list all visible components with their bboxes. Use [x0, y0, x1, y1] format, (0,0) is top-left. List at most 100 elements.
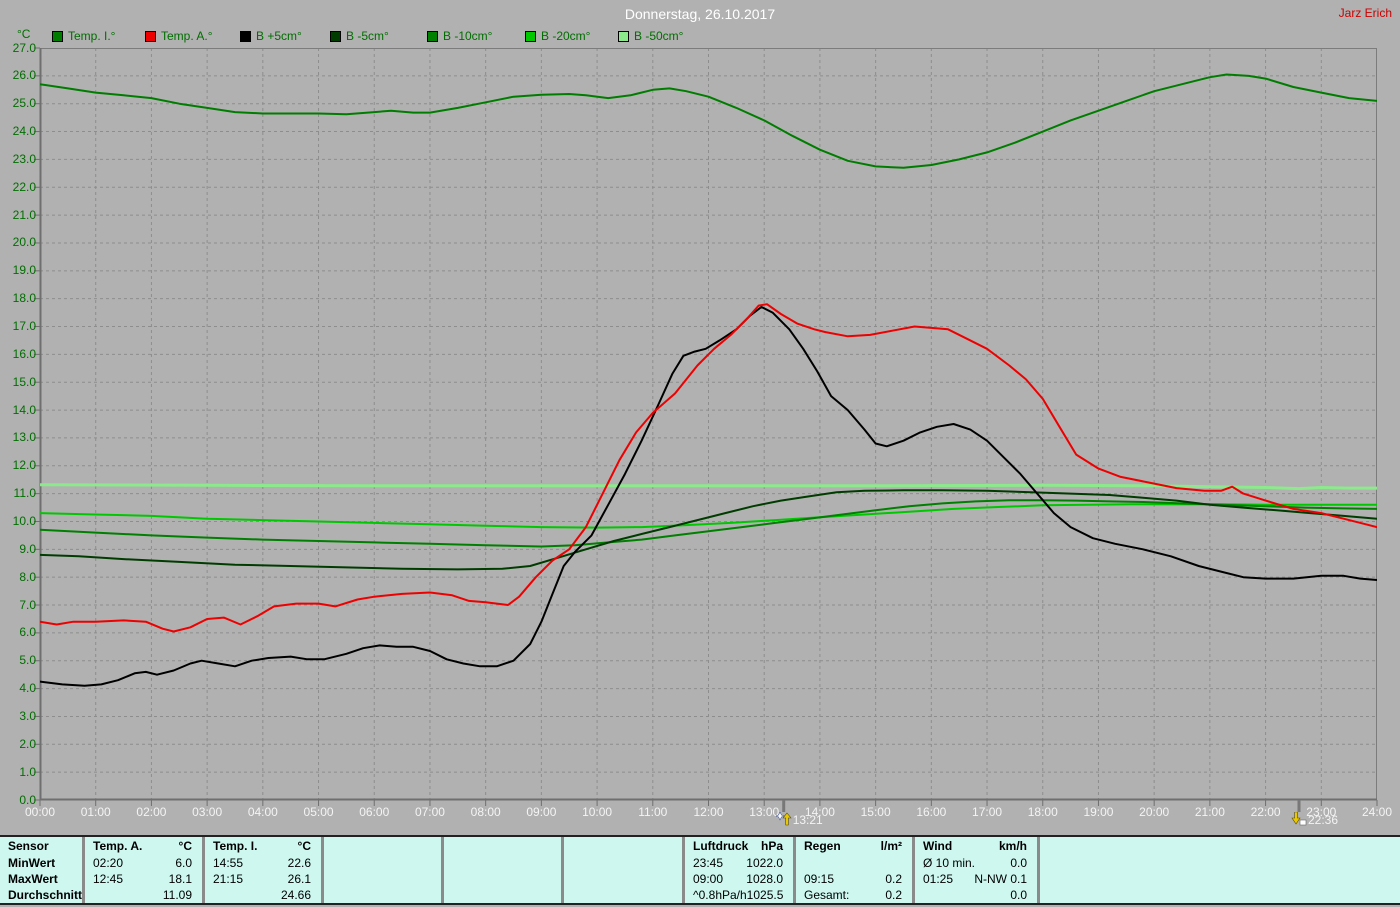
- table-row: Durchschnitt: [0, 887, 82, 903]
- cell-value: l/m²: [880, 839, 902, 853]
- legend-swatch-icon: [240, 30, 251, 42]
- y-axis-label: 23.0: [12, 151, 36, 166]
- x-axis-label: 02:00: [136, 805, 167, 819]
- table-row: 09:15 0.2: [796, 871, 912, 887]
- y-axis-label: 22.0: [12, 179, 36, 194]
- table-row: 14:55 22.6: [205, 855, 321, 871]
- cell-text: 21:15: [213, 872, 244, 886]
- table-row: [444, 887, 561, 903]
- y-axis-label: 19.0: [12, 263, 36, 278]
- table-column-tempa: Temp. A. °C 02:20 6.0 12:45 18.1 11.09: [85, 837, 205, 903]
- table-column-empty: [444, 837, 564, 903]
- cell-text: Ø 10 min.: [923, 856, 976, 870]
- table-row: [444, 837, 561, 855]
- table-row: [324, 837, 441, 855]
- table-column-luftdruck: Luftdruck hPa 23:45 1022.0 09:00 1028.0 ^0.8hP…: [685, 837, 796, 903]
- y-axis-label: 2.0: [19, 736, 36, 751]
- cell-text: MinWert: [8, 856, 56, 870]
- x-axis-label: 24:00: [1361, 805, 1393, 819]
- cell-value: 11.09: [162, 888, 192, 902]
- weather-logger-window: Donnerstag, 26.10.2017 Jarz Erich °C Tem…: [0, 0, 1400, 907]
- chart-plot: [34, 47, 1378, 812]
- table-row: 11.09: [85, 887, 202, 903]
- page-title: Donnerstag, 26.10.2017: [624, 6, 776, 22]
- stats-table: Sensor MinWert MaxWert Durchschnitt Temp. A.…: [0, 835, 1400, 905]
- cell-value: hPa: [760, 839, 783, 853]
- cell-value: 0.0: [1010, 856, 1027, 870]
- cell-text: MaxWert: [8, 872, 58, 886]
- legend-swatch-icon: [618, 30, 629, 42]
- table-row: Temp. A. °C: [85, 837, 202, 855]
- x-axis-label: 19:00: [1083, 805, 1114, 819]
- user-name: Jarz Erich: [1338, 6, 1392, 20]
- rise-marker-icon: [774, 811, 792, 831]
- y-axis-unit: °C: [17, 27, 31, 41]
- table-row: [1040, 887, 1400, 903]
- table-column-regen: Regen l/m² 09:15 0.2 Gesamt: 0.2: [796, 837, 915, 903]
- marker-time-label: 22:36: [1308, 813, 1339, 827]
- x-axis-label: 20:00: [1139, 805, 1170, 819]
- table-row: [1040, 871, 1400, 887]
- table-row: MaxWert: [0, 871, 82, 887]
- x-axis-label: 07:00: [414, 805, 445, 819]
- y-axis-label: 4.0: [19, 681, 36, 696]
- cell-value: 1025.5: [746, 888, 784, 902]
- y-axis-label: 11.0: [13, 486, 36, 501]
- series-b-20cm: [40, 503, 1377, 529]
- y-axis-label: 5.0: [19, 653, 36, 668]
- legend-label: B -50cm°: [634, 29, 684, 43]
- table-row: [324, 855, 441, 871]
- y-axis-label: 26.0: [12, 68, 36, 83]
- legend-item: B -20cm°: [525, 29, 590, 43]
- cell-text: 02:20: [93, 856, 124, 870]
- y-axis-label: 12.0: [12, 458, 36, 473]
- cell-text: 23:45: [693, 856, 724, 870]
- cell-value: 0.0: [1010, 888, 1027, 902]
- legend-item: B +5cm°: [240, 29, 302, 43]
- cell-text: Sensor: [8, 839, 49, 853]
- cell-value: 6.0: [175, 856, 192, 870]
- cell-text: Durchschnitt: [8, 888, 83, 902]
- cell-value: 0.2: [885, 872, 902, 886]
- cell-text: 09:00: [693, 872, 724, 886]
- series-b+5cm: [40, 306, 1377, 687]
- cell-value: 26.1: [287, 872, 311, 886]
- cell-text: Temp. I.: [213, 839, 258, 853]
- y-axis-label: 3.0: [19, 708, 36, 723]
- table-row: [444, 855, 561, 871]
- cell-text: Luftdruck: [693, 839, 749, 853]
- table-row: Gesamt: 0.2: [796, 887, 912, 903]
- x-axis-label: 17:00: [972, 805, 1003, 819]
- table-row: Temp. I. °C: [205, 837, 321, 855]
- x-axis-label: 00:00: [24, 805, 56, 819]
- table-column-empty: [324, 837, 444, 903]
- y-axis-label: 17.0: [12, 319, 36, 334]
- legend-swatch-icon: [525, 30, 536, 42]
- table-row: Ø 10 min. 0.0: [915, 855, 1037, 871]
- y-axis-label: 8.0: [19, 569, 36, 584]
- cell-text: 14:55: [213, 856, 244, 870]
- table-row: Wind km/h: [915, 837, 1037, 855]
- table-row: Regen l/m²: [796, 837, 912, 855]
- y-axis-label: 14.0: [12, 402, 36, 417]
- table-row: 21:15 26.1: [205, 871, 321, 887]
- table-row: 24.66: [205, 887, 321, 903]
- table-row: 23:45 1022.0: [685, 855, 793, 871]
- legend-swatch-icon: [330, 30, 341, 42]
- legend-label: B -5cm°: [346, 29, 389, 43]
- legend-label: B +5cm°: [256, 29, 302, 43]
- cell-value: 0.2: [885, 888, 902, 902]
- set-marker-icon: [1291, 811, 1307, 831]
- table-column-wind: Wind km/h Ø 10 min. 0.0 01:25 N-NW 0.1 0.0: [915, 837, 1040, 903]
- y-axis-label: 21.0: [12, 207, 36, 222]
- legend-label: Temp. I.°: [68, 29, 116, 43]
- cell-value: °C: [297, 839, 311, 853]
- legend-item: B -10cm°: [427, 29, 492, 43]
- y-axis-label: 9.0: [19, 541, 36, 556]
- table-column-tempi: Temp. I. °C 14:55 22.6 21:15 26.1 24.66: [205, 837, 324, 903]
- table-row: [324, 871, 441, 887]
- y-axis-label: 16.0: [12, 346, 36, 361]
- x-axis-label: 21:00: [1194, 805, 1225, 819]
- x-axis-label: 10:00: [582, 805, 613, 819]
- x-axis-label: 15:00: [860, 805, 891, 819]
